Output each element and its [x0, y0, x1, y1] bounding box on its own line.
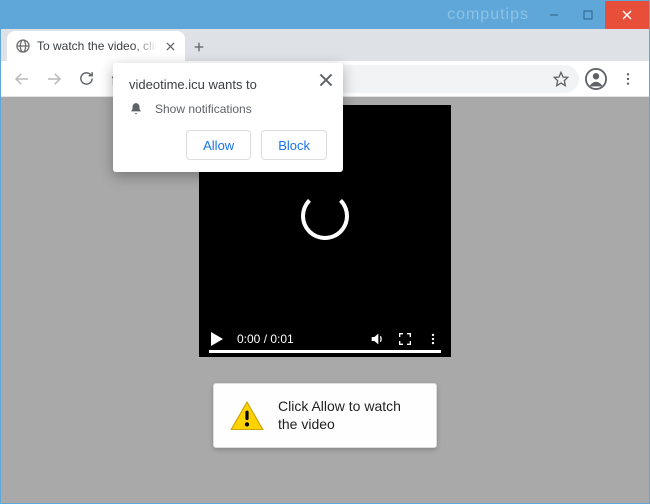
menu-button[interactable]: [613, 64, 643, 94]
video-progress-track[interactable]: [209, 350, 441, 353]
block-button[interactable]: Block: [261, 130, 327, 160]
page-instruction-text: Click Allow to watch the video: [278, 398, 420, 433]
back-button[interactable]: [7, 64, 37, 94]
titlebar-watermark: computips: [1, 1, 537, 29]
bookmark-star-icon[interactable]: [553, 71, 569, 87]
permission-capability-row: Show notifications: [129, 102, 327, 116]
permission-actions: Allow Block: [129, 130, 327, 160]
tab-close-button[interactable]: [163, 39, 177, 53]
browser-window: computips To watch the video, click the …: [0, 0, 650, 504]
fullscreen-button[interactable]: [397, 331, 413, 347]
maximize-button[interactable]: [571, 1, 605, 29]
video-time-text: 0:00 / 0:01: [237, 332, 294, 346]
notification-permission-dialog: videotime.icu wants to Show notification…: [113, 63, 343, 172]
permission-close-button[interactable]: [319, 73, 333, 87]
loading-spinner-icon: [301, 192, 349, 240]
page-instruction-card: Click Allow to watch the video: [213, 383, 437, 448]
window-titlebar: computips: [1, 1, 649, 29]
bell-icon: [129, 102, 143, 116]
minimize-button[interactable]: [537, 1, 571, 29]
permission-origin-text: videotime.icu wants to: [129, 77, 327, 92]
tab-strip: To watch the video, click the Allo: [1, 29, 649, 61]
new-tab-button[interactable]: [185, 33, 213, 61]
close-window-button[interactable]: [605, 1, 649, 29]
profile-button[interactable]: [581, 64, 611, 94]
globe-icon: [15, 38, 31, 54]
tab-active[interactable]: To watch the video, click the Allo: [7, 31, 185, 61]
forward-button[interactable]: [39, 64, 69, 94]
tab-title: To watch the video, click the Allo: [37, 39, 157, 53]
window-controls: [537, 1, 649, 29]
allow-button[interactable]: Allow: [186, 130, 251, 160]
volume-button[interactable]: [369, 331, 385, 347]
play-button[interactable]: [209, 331, 225, 347]
warning-icon: [230, 401, 264, 431]
permission-capability-label: Show notifications: [155, 102, 252, 116]
video-more-button[interactable]: [425, 331, 441, 347]
reload-button[interactable]: [71, 64, 101, 94]
